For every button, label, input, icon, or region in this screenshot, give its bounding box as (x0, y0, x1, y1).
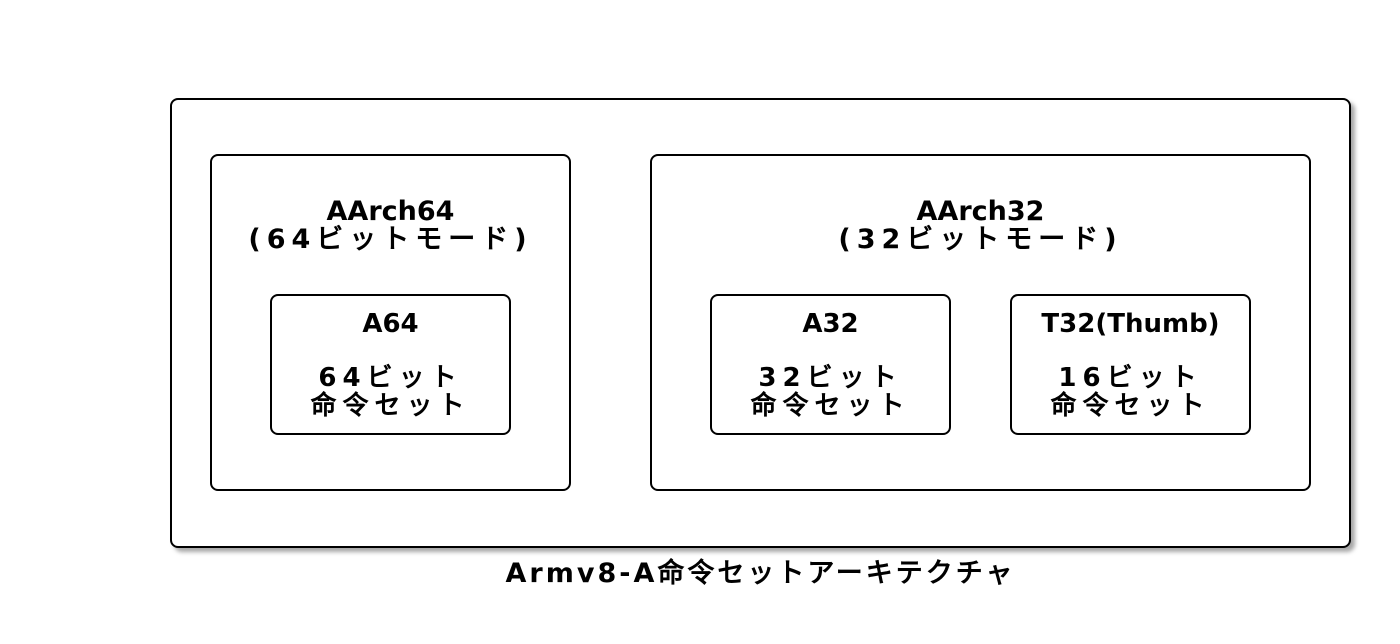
aarch32-subtitle: (32ビットモード) (838, 224, 1123, 255)
aarch32-mode-label: AArch32 (32ビットモード) (652, 198, 1309, 254)
a64-description: 64ビット 命令セット (272, 364, 509, 420)
t32-name: T32(Thumb) (1041, 309, 1220, 339)
aarch64-mode-label: AArch64 (64ビットモード) (212, 198, 569, 254)
a64-desc-line2: 命令セット (310, 391, 471, 421)
a64-isa-box: A64 64ビット 命令セット (270, 294, 511, 435)
t32-desc-line2: 命令セット (1050, 391, 1211, 421)
aarch32-title: AArch32 (916, 196, 1045, 227)
t32-description: 16ビット 命令セット (1012, 364, 1249, 420)
t32-isa-box: T32(Thumb) 16ビット 命令セット (1010, 294, 1251, 435)
a32-description: 32ビット 命令セット (712, 364, 949, 420)
diagram-caption: Armv8-A命令セットアーキテクチャ (505, 558, 1016, 589)
a32-name: A32 (802, 309, 859, 339)
a32-desc-line2: 命令セット (750, 391, 911, 421)
aarch64-title: AArch64 (326, 196, 455, 227)
a64-desc-line1: 64ビット (318, 363, 463, 393)
a32-isa-box: A32 32ビット 命令セット (710, 294, 951, 435)
aarch64-subtitle: (64ビットモード) (248, 224, 533, 255)
a64-name: A64 (362, 309, 419, 339)
a32-desc-line1: 32ビット (758, 363, 903, 393)
t32-desc-line1: 16ビット (1058, 363, 1203, 393)
